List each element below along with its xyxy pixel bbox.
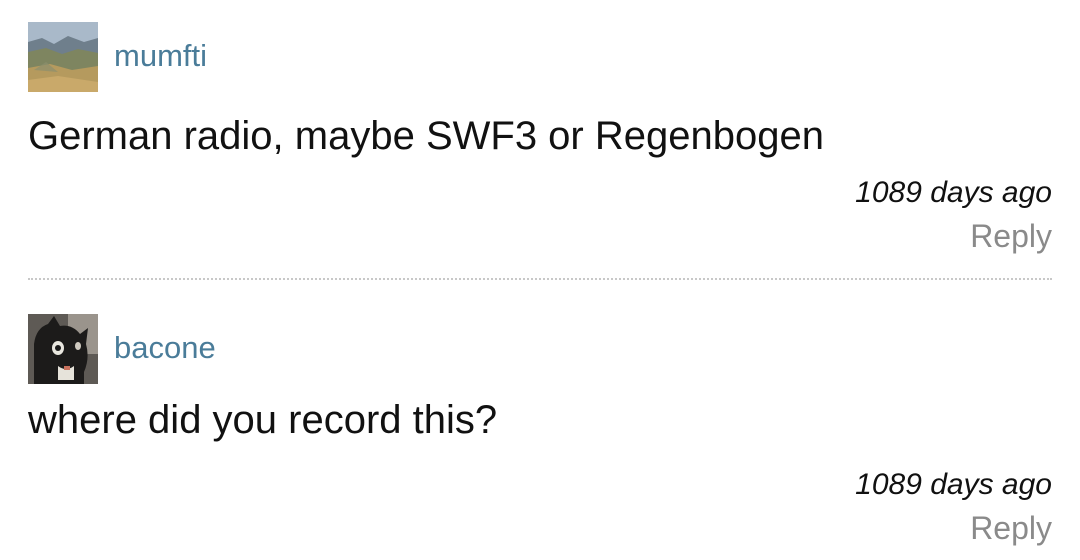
cat-avatar-icon[interactable] — [28, 314, 98, 384]
comment-author-row: mumfti — [28, 22, 1052, 92]
comment-text: German radio, maybe SWF3 or Regenbogen — [28, 114, 824, 158]
comment-author-row: bacone — [28, 314, 1052, 384]
comment-item: mumfti German radio, maybe SWF3 or Regen… — [28, 22, 1052, 252]
comment-item: bacone where did you record this? 1089 d… — [28, 314, 1052, 544]
comment-timestamp: 1089 days ago — [855, 176, 1052, 209]
landscape-avatar-icon[interactable] — [28, 22, 98, 92]
reply-button[interactable]: Reply — [970, 220, 1052, 252]
comment-divider — [28, 278, 1052, 280]
comment-timestamp: 1089 days ago — [855, 468, 1052, 501]
username-link[interactable]: mumfti — [114, 38, 207, 74]
comment-text: where did you record this? — [28, 398, 498, 442]
username-link[interactable]: bacone — [114, 330, 216, 366]
reply-button[interactable]: Reply — [970, 512, 1052, 544]
